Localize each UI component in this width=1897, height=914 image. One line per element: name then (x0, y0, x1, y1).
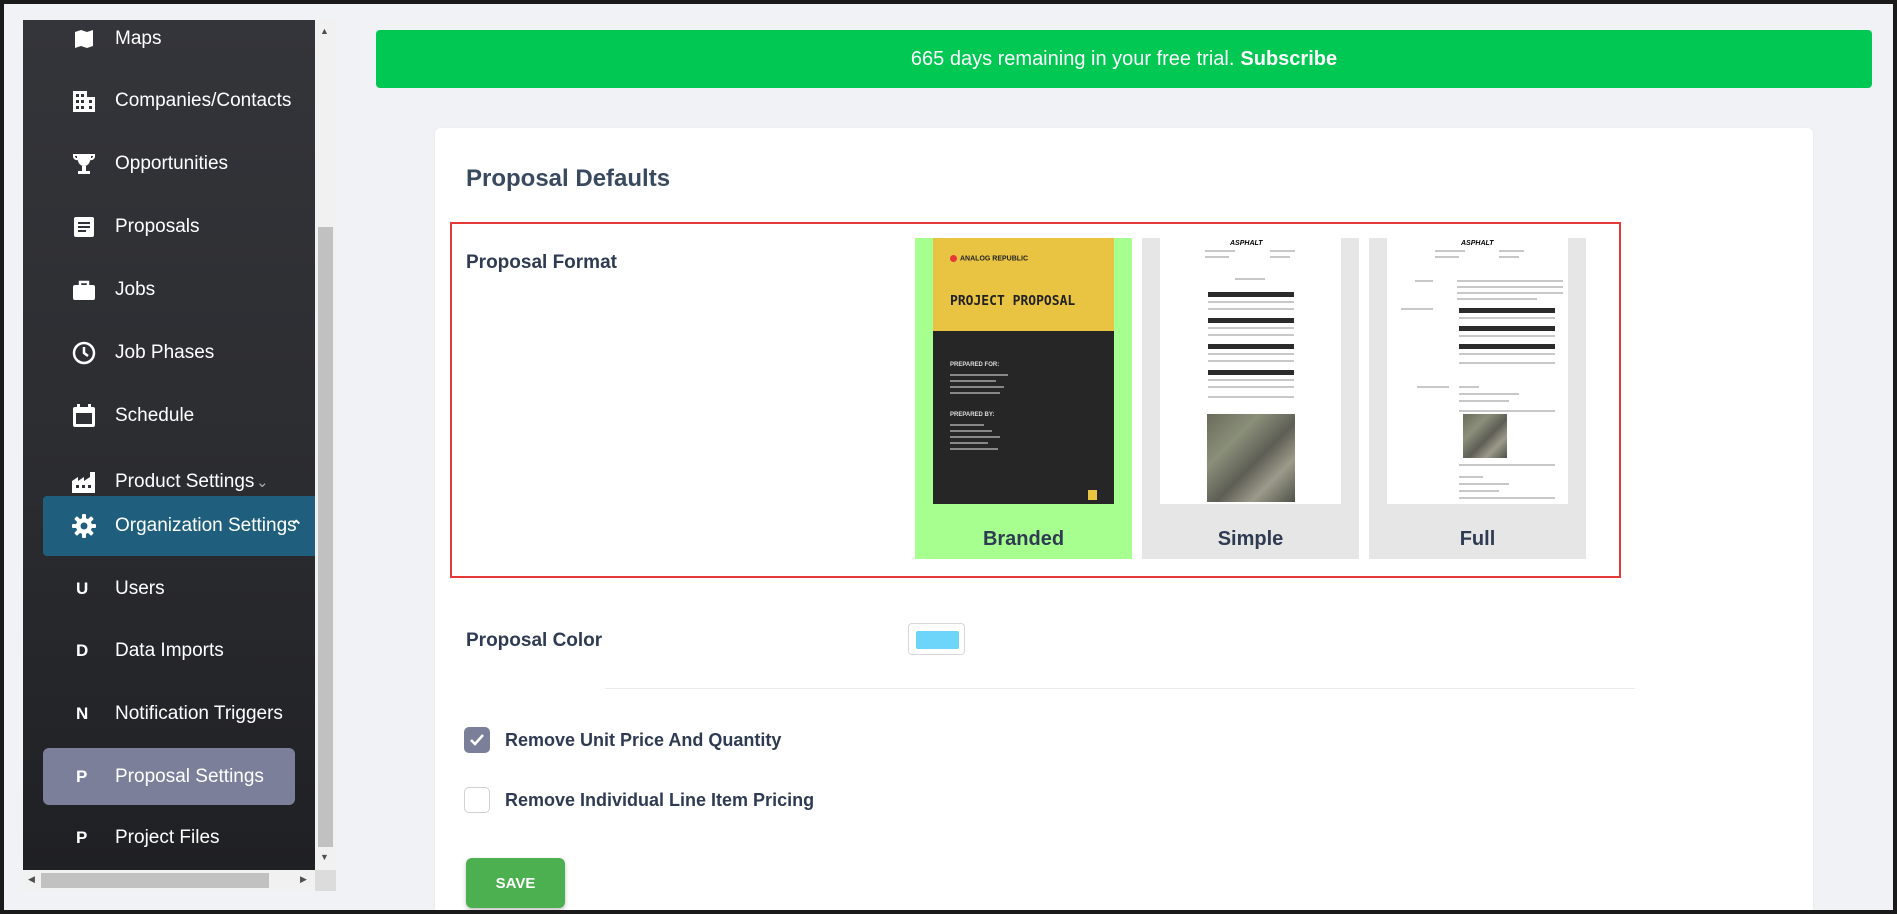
scroll-up-arrow-icon[interactable]: ▲ (320, 26, 329, 36)
sidebar-item-label: Notification Triggers (115, 703, 283, 724)
aerial-photo (1463, 414, 1507, 458)
trophy-icon (69, 149, 99, 179)
map-icon (69, 24, 99, 54)
format-option-simple[interactable]: ASPHALT Simple (1142, 238, 1359, 559)
format-label-full: Full (1459, 528, 1496, 550)
branded-preview-image: ANALOG REPUBLIC PROJECT PROPOSAL PREPARE… (933, 238, 1114, 504)
document-icon (69, 212, 99, 242)
scroll-right-arrow-icon[interactable]: ▶ (300, 874, 307, 885)
subitem-letter: P (76, 766, 88, 786)
scrollbar-corner (315, 870, 336, 891)
divider (605, 688, 1635, 689)
briefcase-icon (69, 275, 99, 305)
proposal-color-picker[interactable] (908, 623, 965, 655)
sidebar-item-schedule[interactable]: Schedule (23, 393, 315, 439)
scroll-left-arrow-icon[interactable]: ◀ (28, 874, 35, 885)
page-title: Proposal Defaults (466, 165, 671, 192)
sidebar-item-label: Proposals (115, 216, 200, 237)
sidebar-item-label: Users (115, 578, 165, 599)
format-option-full[interactable]: ASPHALT Full (1369, 238, 1586, 559)
sidebar-item-label: Product Settings (115, 471, 255, 492)
subitem-letter: P (76, 828, 88, 847)
remove-line-item-pricing-label[interactable]: Remove Individual Line Item Pricing (505, 790, 814, 811)
sidebar-item-label: Organization Settings (115, 515, 297, 536)
sidebar-item-label: Data Imports (115, 640, 224, 661)
sidebar-item-job-phases[interactable]: Job Phases (23, 330, 315, 376)
sidebar-item-maps[interactable]: Maps (23, 20, 315, 62)
sidebar-subitem-data-imports[interactable]: D Data Imports (23, 628, 315, 674)
chevron-up-icon: ⌃ (290, 518, 303, 535)
scrollbar-thumb[interactable] (318, 227, 333, 847)
remove-unit-price-checkbox[interactable] (464, 727, 490, 753)
sidebar-subitem-users[interactable]: U Users (23, 566, 315, 612)
aerial-photo (1207, 414, 1295, 502)
building-icon (69, 86, 99, 116)
sidebar-item-organization-settings[interactable]: Organization Settings ⌃ (43, 496, 315, 556)
sidebar-item-label: Opportunities (115, 153, 229, 174)
save-button[interactable]: SAVE (466, 858, 565, 908)
sidebar-subitem-project-files[interactable]: P Project Files (23, 815, 315, 861)
sidebar-vertical-scrollbar[interactable]: ▲ ▼ (315, 20, 336, 870)
sidebar-horizontal-scrollbar[interactable]: ◀ ▶ (23, 870, 315, 891)
checkmark-icon (470, 734, 484, 746)
format-label-simple: Simple (1217, 528, 1284, 550)
sidebar-item-label: Project Files (115, 827, 220, 848)
full-preview-image: ASPHALT (1387, 238, 1568, 504)
format-option-branded[interactable]: ANALOG REPUBLIC PROJECT PROPOSAL PREPARE… (915, 238, 1132, 559)
remove-line-item-pricing-checkbox[interactable] (464, 787, 490, 813)
sidebar-item-jobs[interactable]: Jobs (23, 267, 315, 313)
trial-banner-text: 665 days remaining in your free trial. (910, 47, 1235, 70)
sidebar-item-companies-contacts[interactable]: Companies/Contacts (23, 78, 315, 124)
remove-unit-price-label[interactable]: Remove Unit Price And Quantity (505, 730, 781, 751)
format-label-branded: Branded (982, 528, 1065, 550)
subscribe-link[interactable]: Subscribe (1240, 48, 1337, 71)
proposal-format-label: Proposal Format (466, 252, 617, 273)
subitem-letter: N (76, 704, 89, 723)
sidebar-subitem-notification-triggers[interactable]: N Notification Triggers (23, 691, 315, 737)
sidebar-item-label: Schedule (115, 405, 195, 426)
sidebar-item-label: Maps (115, 28, 162, 49)
proposal-defaults-card: Proposal Defaults Proposal Format ANALOG… (435, 128, 1813, 914)
trial-banner: 665 days remaining in your free trial. S… (376, 30, 1872, 88)
color-swatch-fill (916, 631, 959, 649)
sidebar-item-label: Jobs (115, 279, 156, 300)
calendar-icon (69, 401, 99, 431)
subitem-letter: U (76, 579, 89, 598)
scroll-down-arrow-icon[interactable]: ▼ (320, 852, 329, 862)
factory-icon (69, 467, 99, 497)
proposal-color-label: Proposal Color (466, 630, 603, 651)
subitem-letter: D (76, 641, 89, 660)
sidebar-item-opportunities[interactable]: Opportunities (23, 141, 315, 187)
sidebar-item-label: Job Phases (115, 342, 215, 363)
scrollbar-thumb[interactable] (41, 873, 269, 888)
sidebar-item-proposals[interactable]: Proposals (23, 204, 315, 250)
chevron-down-icon: ⌄ (256, 474, 269, 491)
clock-icon (69, 338, 99, 368)
gear-icon (69, 511, 99, 541)
sidebar-item-label: Companies/Contacts (115, 90, 292, 111)
simple-preview-image: ASPHALT (1160, 238, 1341, 504)
sidebar-item-label: Proposal Settings (115, 765, 264, 787)
sidebar: Maps Companies/Contacts Opportunities Pr… (23, 20, 315, 870)
sidebar-subitem-proposal-settings[interactable]: P Proposal Settings (43, 748, 295, 805)
